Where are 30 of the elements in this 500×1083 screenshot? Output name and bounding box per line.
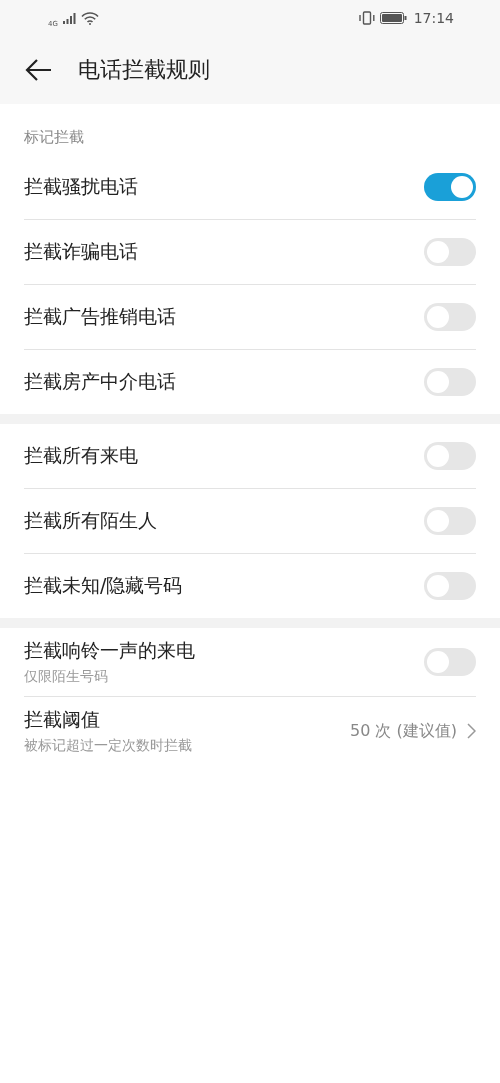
setting-label: 拦截响铃一声的来电 — [24, 638, 195, 663]
setting-label: 拦截广告推销电话 — [24, 304, 176, 329]
toggle-switch[interactable] — [424, 442, 476, 470]
back-arrow-icon — [24, 58, 52, 82]
value-link[interactable]: 50 次 (建议值) — [350, 720, 476, 742]
toggle-switch[interactable] — [424, 648, 476, 676]
clock-time: 17:14 — [413, 10, 454, 26]
toggle-switch[interactable] — [424, 173, 476, 201]
page-title: 电话拦截规则 — [78, 56, 210, 84]
setting-label: 拦截骚扰电话 — [24, 174, 138, 199]
setting-label: 拦截未知/隐藏号码 — [24, 573, 183, 598]
toggle-switch[interactable] — [424, 303, 476, 331]
section-header: 标记拦截 — [24, 127, 85, 148]
chevron-right-icon — [467, 723, 476, 739]
wifi-icon — [80, 11, 99, 25]
toggle-switch[interactable] — [424, 368, 476, 396]
signal-icon — [62, 12, 76, 24]
setting-label: 拦截所有来电 — [24, 443, 138, 468]
toggle-switch[interactable] — [424, 507, 476, 535]
battery-icon — [379, 12, 407, 24]
setting-label: 拦截诈骗电话 — [24, 239, 138, 264]
toggle-switch[interactable] — [424, 572, 476, 600]
vibrate-icon — [358, 11, 375, 25]
back-button[interactable] — [24, 58, 52, 82]
toggle-switch[interactable] — [424, 238, 476, 266]
setting-label: 拦截阈值 — [24, 707, 101, 732]
setting-label: 拦截所有陌生人 — [24, 508, 157, 533]
setting-description: 仅限陌生号码 — [24, 668, 109, 686]
setting-description: 被标记超过一定次数时拦截 — [24, 737, 192, 755]
setting-label: 拦截房产中介电话 — [24, 369, 176, 394]
